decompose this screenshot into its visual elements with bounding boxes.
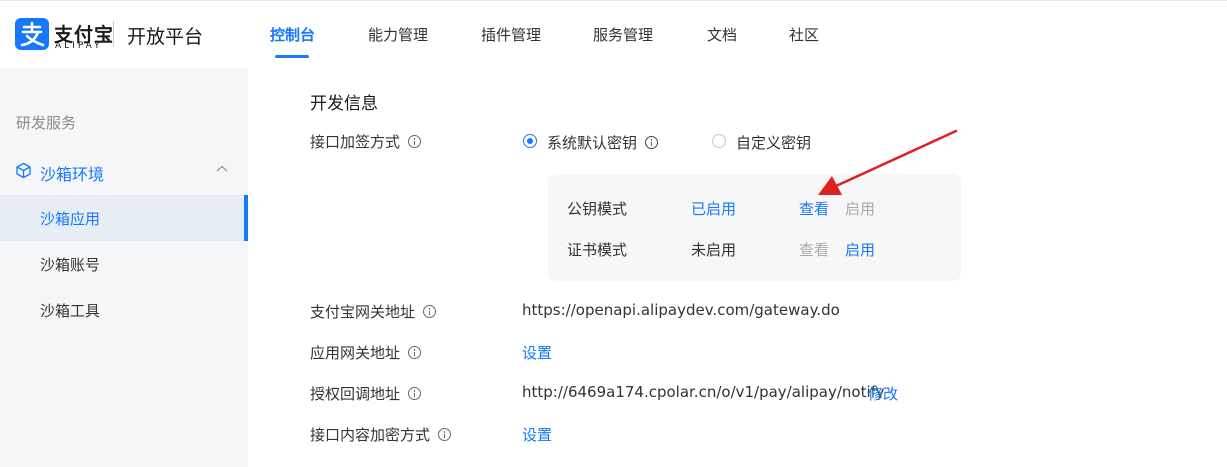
gateway-label: 支付宝网关地址 (310, 303, 416, 321)
sidebar-section-sandbox[interactable]: 沙箱环境 (0, 154, 248, 186)
nav-docs[interactable]: 文档 (707, 24, 737, 45)
public-key-mode-label: 公钥模式 (567, 200, 628, 218)
nav-active-indicator (275, 55, 309, 58)
info-icon[interactable] (408, 387, 422, 400)
section-title: 开发信息 (310, 94, 378, 114)
cert-mode-label: 证书模式 (567, 241, 628, 259)
nav-console[interactable]: 控制台 (270, 24, 315, 45)
app-gateway-label: 应用网关地址 (310, 344, 401, 362)
encrypt-row-label: 接口内容加密方式 (310, 424, 452, 445)
sign-method-row-label: 接口加签方式 (310, 131, 422, 152)
app-gateway-set-link[interactable]: 设置 (522, 342, 552, 363)
nav-capability-management[interactable]: 能力管理 (368, 24, 428, 45)
logo-subtitle: ALIPAY (55, 41, 103, 51)
info-icon[interactable] (645, 136, 659, 149)
platform-title: 开放平台 (127, 26, 204, 48)
info-icon[interactable] (438, 428, 452, 441)
gateway-value: https://openapi.alipaydev.com/gateway.do (522, 301, 840, 319)
sidebar: 研发服务 沙箱环境 沙箱应用 沙箱账号 沙箱工具 (0, 68, 248, 467)
key-mode-panel: 公钥模式 已启用 查看 启用 证书模式 未启用 查看 启用 (548, 174, 961, 281)
radio-default-key-label: 系统默认密钥 (547, 132, 659, 153)
radio-default-key-text: 系统默认密钥 (547, 134, 638, 152)
cube-icon (16, 162, 31, 179)
alipay-logo-icon[interactable] (15, 18, 49, 50)
public-key-status: 已启用 (691, 200, 737, 218)
callback-row-label: 授权回调地址 (310, 383, 422, 404)
sidebar-item-label: 沙箱工具 (40, 302, 101, 320)
radio-button-unchecked[interactable] (712, 134, 726, 148)
info-icon[interactable] (408, 135, 422, 148)
radio-custom-key-label: 自定义密钥 (736, 134, 812, 152)
callback-edit-link[interactable]: 修改 (868, 383, 898, 404)
sidebar-group-title: 研发服务 (16, 114, 77, 132)
public-key-enable-link: 启用 (845, 200, 876, 218)
gateway-row-label: 支付宝网关地址 (310, 301, 437, 322)
nav-plugin-management[interactable]: 插件管理 (481, 24, 541, 45)
nav-service-management[interactable]: 服务管理 (593, 24, 653, 45)
top-header: 支付宝 ALIPAY 开放平台 控制台 能力管理 插件管理 服务管理 文档 社区 (0, 0, 1227, 68)
public-key-view-link[interactable]: 查看 (799, 198, 829, 219)
info-icon[interactable] (423, 305, 437, 318)
logo-divider (113, 21, 114, 47)
info-icon[interactable] (408, 346, 422, 359)
cert-mode-status: 未启用 (691, 241, 737, 259)
callback-value: http://6469a174.cpolar.cn/o/v1/pay/alipa… (522, 383, 885, 401)
sidebar-item-label: 沙箱账号 (40, 256, 101, 274)
encrypt-label: 接口内容加密方式 (310, 426, 431, 444)
chevron-up-icon[interactable] (215, 164, 229, 174)
cert-enable-link[interactable]: 启用 (845, 239, 875, 260)
callback-label: 授权回调地址 (310, 385, 401, 403)
sidebar-item-sandbox-app[interactable]: 沙箱应用 (0, 195, 248, 241)
app-gateway-row-label: 应用网关地址 (310, 342, 422, 363)
sidebar-item-label: 沙箱应用 (40, 210, 101, 228)
sign-method-label: 接口加签方式 (310, 133, 401, 151)
sidebar-item-sandbox-account[interactable]: 沙箱账号 (0, 241, 248, 287)
sidebar-section-label: 沙箱环境 (40, 165, 105, 184)
encrypt-set-link[interactable]: 设置 (522, 424, 552, 445)
cert-view-link: 查看 (799, 241, 830, 259)
sidebar-item-sandbox-tools[interactable]: 沙箱工具 (0, 287, 248, 333)
radio-button-checked[interactable] (523, 134, 537, 148)
nav-community[interactable]: 社区 (789, 24, 819, 45)
